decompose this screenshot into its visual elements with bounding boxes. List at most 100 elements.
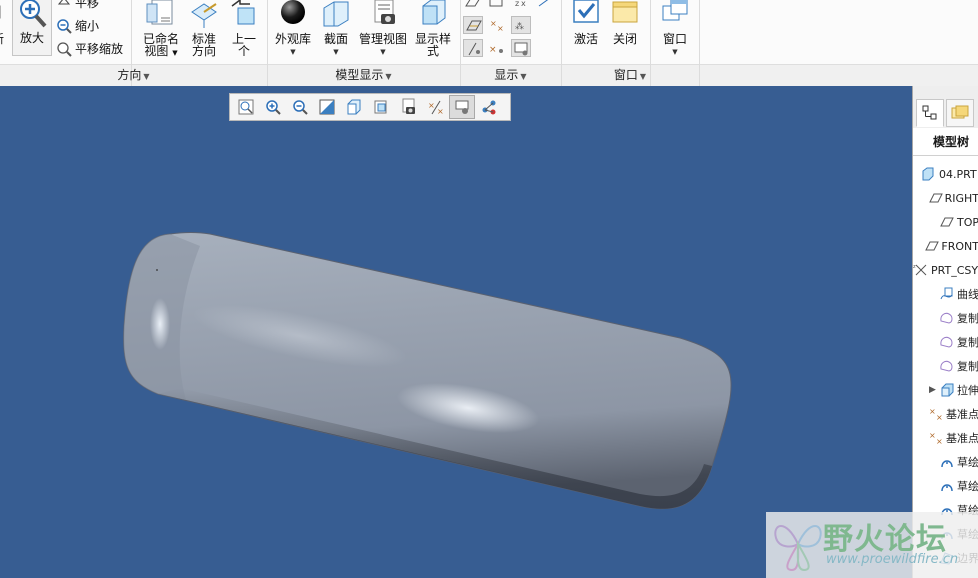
datum-plane-icon — [465, 0, 480, 7]
tree-item[interactable]: 04.PRT — [913, 162, 978, 186]
window-group-label[interactable]: 窗口 ▼ — [561, 66, 699, 83]
repaint-button[interactable] — [314, 95, 340, 119]
datum-display-filter-button[interactable]: × × — [422, 95, 448, 119]
view-zoom-in-button[interactable] — [260, 95, 286, 119]
tree-item-label: 拉伸 — [957, 384, 978, 397]
csys-icon — [538, 0, 549, 7]
plane-tag-toggle[interactable] — [463, 16, 483, 34]
csys-tag-toggle[interactable]: ⁂ — [511, 16, 531, 34]
tree-item[interactable]: 复制 — [913, 306, 978, 330]
saved-orientations-button[interactable] — [341, 95, 367, 119]
model-render[interactable] — [0, 86, 912, 578]
axis-display-toggle[interactable] — [487, 0, 507, 12]
tree-item[interactable]: z PRT_CSYS_DEF — [913, 258, 978, 282]
tab-folder-browser[interactable] — [946, 99, 974, 127]
forum-watermark: 野火论坛 www.proewildfire.cn — [766, 512, 978, 578]
previous-view-button[interactable]: 上一 个 — [226, 0, 262, 57]
named-views-icon — [146, 0, 173, 25]
display-style-icon — [422, 0, 446, 25]
view-zoom-out-button[interactable] — [287, 95, 313, 119]
orientation-group-label[interactable]: 方向 ▼ — [0, 66, 267, 83]
tree-item[interactable]: 复制 — [913, 330, 978, 354]
svg-text:z: z — [913, 264, 916, 270]
close-window-button[interactable]: 关闭 — [608, 0, 642, 45]
datum-point-icon: × × — [928, 405, 944, 423]
tree-item[interactable]: FRONT — [913, 234, 978, 258]
view-display-style-button[interactable] — [368, 95, 394, 119]
standard-orientation-button[interactable]: 标准 方向 — [186, 0, 222, 57]
zoom-out-icon — [293, 100, 308, 115]
activate-window-button[interactable]: 激活 — [568, 0, 604, 45]
svg-text:z: z — [515, 0, 519, 8]
tree-item[interactable]: × × 基准点 — [913, 426, 978, 450]
graphics-viewport[interactable]: × × — [0, 86, 912, 578]
annotation-filter-icon — [455, 100, 469, 114]
manage-views-label: 管理视图 — [358, 32, 407, 46]
chevron-down-icon: ▼ — [333, 48, 339, 56]
tree-item[interactable]: 草绘 — [913, 450, 978, 474]
display-style-button[interactable]: 显示样 式 — [412, 0, 454, 57]
model-highlight — [150, 298, 170, 350]
expand-arrow-icon[interactable]: ▶ — [913, 385, 939, 395]
named-views-label-2-text: 视图 — [144, 44, 169, 58]
appearance-gallery-button[interactable]: 外观库 ▼ — [272, 0, 314, 58]
tree-item[interactable]: RIGHT — [913, 186, 978, 210]
tree-tabs — [913, 86, 978, 128]
datum-plane-icon — [925, 237, 940, 255]
tree-item[interactable]: TOP — [913, 210, 978, 234]
model-display-group-label[interactable]: 模型显示 ▼ — [267, 66, 460, 83]
repaint-icon — [319, 99, 335, 115]
chevron-down-icon: ▼ — [385, 72, 392, 81]
tree-structure-icon — [922, 105, 937, 120]
window-group-label-text: 窗口 — [613, 68, 638, 82]
csys-display-toggle[interactable] — [536, 0, 556, 12]
datum-point-icon: × × — [928, 429, 944, 447]
point-tag-toggle[interactable]: × × — [487, 16, 507, 34]
plane-tag-icon — [466, 20, 482, 31]
point-symbol-toggle[interactable]: × — [487, 39, 507, 57]
section-button[interactable]: 截面 ▼ — [318, 0, 354, 58]
tree-item[interactable]: 复制 — [913, 354, 978, 378]
view-manager-button[interactable] — [395, 95, 421, 119]
tree-item[interactable]: 草绘 — [913, 474, 978, 498]
point-symbol-icon: × — [489, 45, 503, 55]
spin-center-button[interactable] — [476, 95, 502, 119]
pan-zoom-button[interactable]: 平移缩放 — [56, 40, 123, 57]
zoom-out-button[interactable]: 缩小 — [56, 17, 99, 34]
refit-button[interactable]: 新 — [0, 0, 8, 45]
zoom-in-button[interactable]: 放大 — [12, 0, 52, 56]
plane-display-toggle[interactable] — [463, 0, 483, 12]
pan-label: 平移 — [75, 0, 100, 10]
tree-item-label: TOP — [956, 215, 978, 229]
appearance-gallery-label: 外观库 — [274, 32, 311, 46]
tree-item[interactable]: 曲线 — [913, 282, 978, 306]
named-views-button[interactable]: 已命名 视图 ▼ — [138, 0, 184, 59]
sketch-icon — [939, 453, 955, 471]
standard-orientation-icon — [191, 3, 217, 28]
pan-icon — [57, 0, 71, 4]
refit-view-button[interactable] — [233, 95, 259, 119]
point-display-toggle[interactable]: zx — [511, 0, 531, 12]
annotation-filter-button[interactable] — [449, 95, 475, 119]
spin-center-toggle[interactable] — [511, 39, 531, 57]
tab-model-tree[interactable] — [916, 99, 944, 127]
svg-text:⁂: ⁂ — [515, 21, 524, 32]
refit-label: 新 — [0, 33, 8, 45]
windows-menu-button[interactable]: 窗口 ▼ — [657, 0, 693, 58]
display-group-label[interactable]: 显示 ▼ — [460, 66, 561, 83]
tree-item[interactable]: ▶ 拉伸 — [913, 378, 978, 402]
close-label: 关闭 — [612, 32, 637, 46]
tree-item-label: 复制 — [957, 360, 978, 373]
chevron-down-icon: ▼ — [520, 72, 527, 81]
datum-point-icon: zx — [515, 0, 526, 8]
refit-icon — [238, 99, 254, 115]
pan-button[interactable]: 平移 — [56, 0, 99, 11]
tree-item-label: 草绘 — [957, 480, 978, 493]
annotation-display-toggle[interactable] — [463, 39, 483, 57]
chevron-down-icon: ▼ — [290, 48, 296, 56]
svg-text:×: × — [437, 107, 444, 116]
watermark-url: www.proewildfire.cn — [826, 552, 959, 567]
tree-item-label: 基准点 — [946, 408, 978, 421]
tree-item[interactable]: × × 基准点 — [913, 402, 978, 426]
manage-views-button[interactable]: 管理视图 ▼ — [356, 0, 410, 58]
